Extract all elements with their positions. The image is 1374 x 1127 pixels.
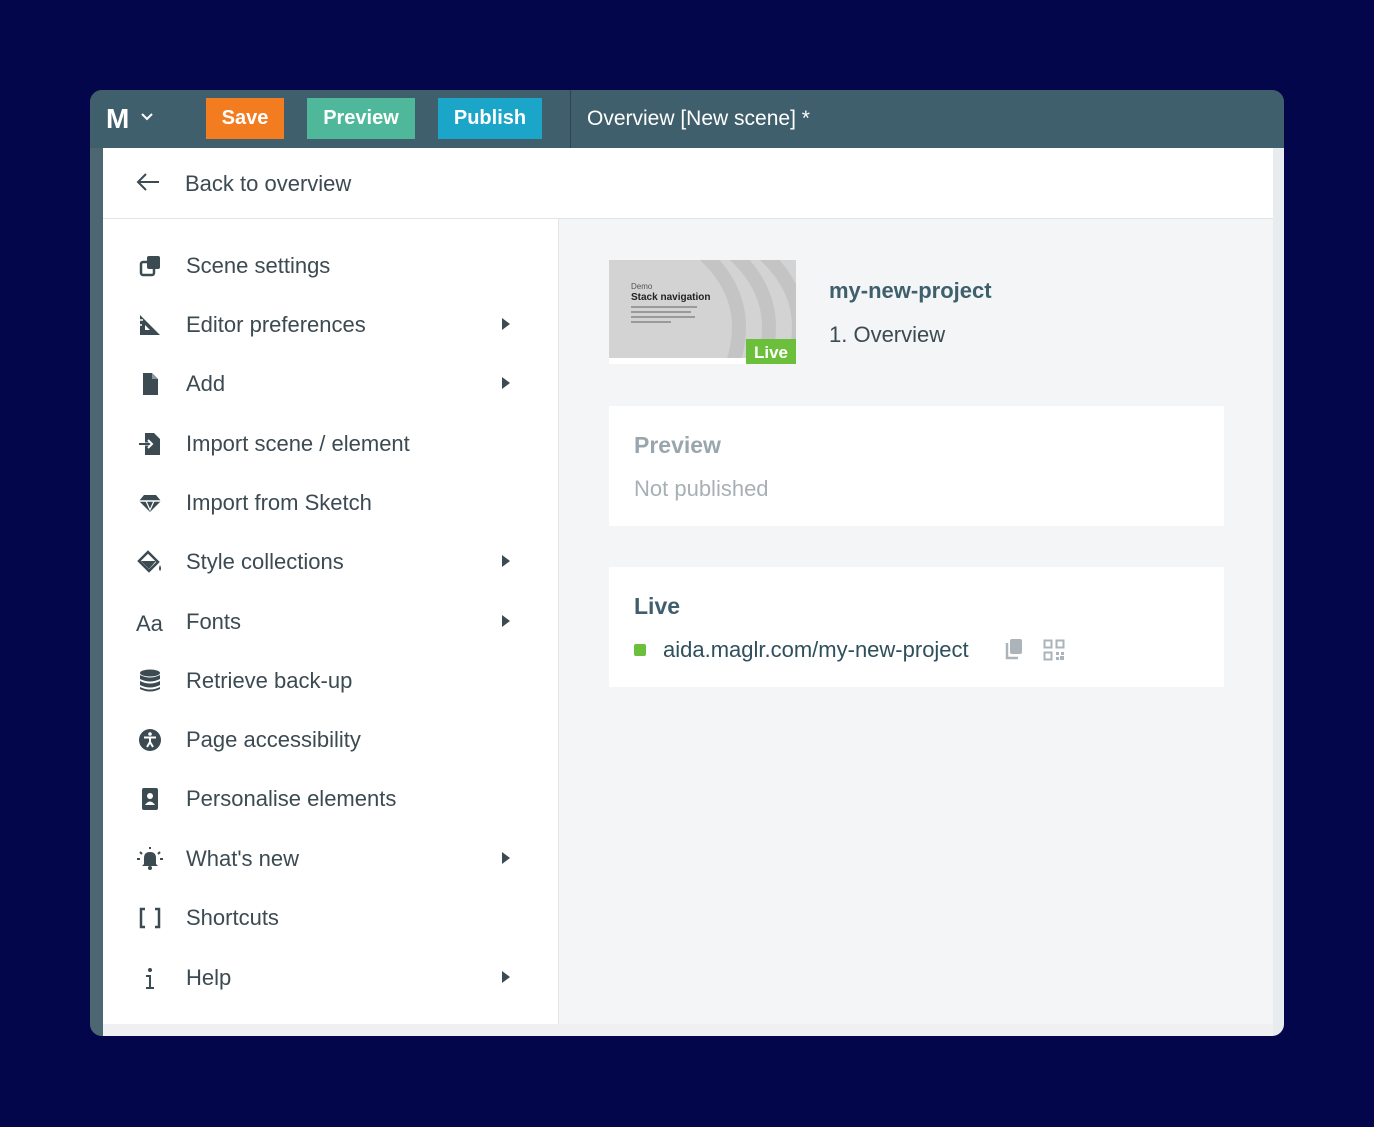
import-file-icon — [139, 433, 160, 455]
scene-thumbnail[interactable]: Demo Stack navigation Live — [609, 260, 796, 364]
project-details: Demo Stack navigation Live my-new-projec… — [559, 219, 1273, 1024]
database-icon — [140, 669, 160, 692]
live-card-title: Live — [634, 593, 681, 619]
caret-right-icon — [502, 852, 510, 864]
info-icon — [146, 968, 154, 989]
editor-left-strip — [90, 148, 103, 1036]
editor-right-strip — [1273, 148, 1284, 1036]
menu-item-import-sketch[interactable]: Import from Sketch — [103, 475, 558, 531]
menu-item-shortcuts[interactable]: Shortcuts — [103, 890, 558, 946]
menu-item-label: What's new — [186, 846, 300, 871]
preview-card: Preview Not published — [609, 406, 1224, 526]
arrow-left-icon — [136, 173, 159, 191]
preview-card-title: Preview — [634, 432, 721, 458]
menu-item-retrieve-backup[interactable]: Retrieve back-up — [103, 653, 558, 709]
menu-item-label: Import scene / element — [186, 431, 410, 456]
caret-right-icon — [502, 971, 510, 983]
ruler-icon — [140, 315, 160, 335]
paint-bucket-icon — [137, 550, 161, 573]
topbar-divider — [570, 90, 571, 148]
menu-item-style-collections[interactable]: Style collections — [103, 534, 558, 590]
overview-panel: Back to overview Scene settings Editor p… — [103, 148, 1273, 1024]
menu-item-label: Page accessibility — [186, 727, 361, 752]
caret-right-icon — [502, 555, 510, 567]
menu-item-label: Fonts — [186, 609, 242, 634]
menu-item-label: Style collections — [186, 549, 344, 574]
project-scene: 1. Overview — [829, 322, 946, 347]
menu-item-whats-new[interactable]: What's new — [103, 831, 558, 887]
menu-item-label: Import from Sketch — [186, 490, 372, 515]
thumbnail-text-line — [631, 316, 695, 318]
file-icon — [143, 373, 158, 395]
menu-item-label: Retrieve back-up — [186, 668, 353, 693]
menu-item-add[interactable]: Add — [103, 356, 558, 412]
live-status-dot — [634, 644, 646, 656]
thumbnail-title: Stack navigation — [631, 292, 711, 303]
brackets-icon — [139, 907, 161, 929]
accessibility-icon — [139, 729, 161, 751]
caret-right-icon — [502, 318, 510, 330]
bell-icon — [137, 847, 163, 870]
svg-text:Aa: Aa — [136, 611, 164, 636]
preview-button[interactable]: Preview — [307, 98, 415, 139]
thumbnail-text-line — [631, 311, 691, 313]
app-logo[interactable]: M — [106, 104, 129, 134]
thumbnail-subtitle: Demo — [631, 282, 653, 291]
top-bar: M Save Preview Publish Overview [New sce… — [90, 90, 1284, 148]
thumbnail-text-line — [631, 321, 671, 323]
thumbnail-text-line — [631, 306, 697, 308]
menu-item-label: Shortcuts — [186, 905, 279, 930]
menu-item-label: Editor preferences — [186, 312, 366, 337]
menu-list: Scene settings Editor preferences Add Im… — [103, 219, 559, 1024]
menu-item-label: Scene settings — [186, 253, 331, 278]
scene-title: Overview [New scene] * — [587, 107, 810, 130]
qr-code-icon[interactable] — [1043, 639, 1065, 661]
live-url-link[interactable]: aida.maglr.com/my-new-project — [663, 636, 969, 664]
menu-item-label: Add — [186, 371, 226, 396]
editor-bottom-strip — [103, 1024, 1273, 1036]
project-name: my-new-project — [829, 278, 992, 303]
menu-item-personalise-elements[interactable]: Personalise elements — [103, 771, 558, 827]
menu-item-help[interactable]: Help — [103, 950, 558, 1006]
preview-card-status: Not published — [634, 476, 769, 501]
menu-item-fonts[interactable]: Aa Fonts — [103, 594, 558, 650]
back-label: Back to overview — [185, 171, 352, 196]
app-window: M Save Preview Publish Overview [New sce… — [90, 90, 1284, 1036]
font-icon: Aa — [136, 611, 164, 636]
back-to-overview-button[interactable]: Back to overview — [103, 148, 1273, 219]
live-badge: Live — [746, 339, 796, 364]
menu-item-label: Help — [186, 965, 232, 990]
caret-right-icon — [502, 377, 510, 389]
scene-settings-icon — [139, 256, 160, 277]
diamond-icon — [139, 495, 161, 512]
caret-right-icon — [502, 615, 510, 627]
save-button[interactable]: Save — [206, 98, 284, 139]
chevron-down-icon[interactable] — [140, 112, 154, 122]
live-card: Live aida.maglr.com/my-new-project — [609, 567, 1224, 687]
menu-item-import-scene[interactable]: Import scene / element — [103, 416, 558, 472]
publish-button[interactable]: Publish — [438, 98, 542, 139]
menu-item-editor-preferences[interactable]: Editor preferences — [103, 297, 558, 353]
menu-item-label: Personalise elements — [186, 786, 397, 811]
contact-card-icon — [142, 788, 158, 810]
menu-item-page-accessibility[interactable]: Page accessibility — [103, 712, 558, 768]
copy-icon[interactable] — [1003, 637, 1025, 661]
menu-item-scene-settings[interactable]: Scene settings — [103, 238, 558, 294]
